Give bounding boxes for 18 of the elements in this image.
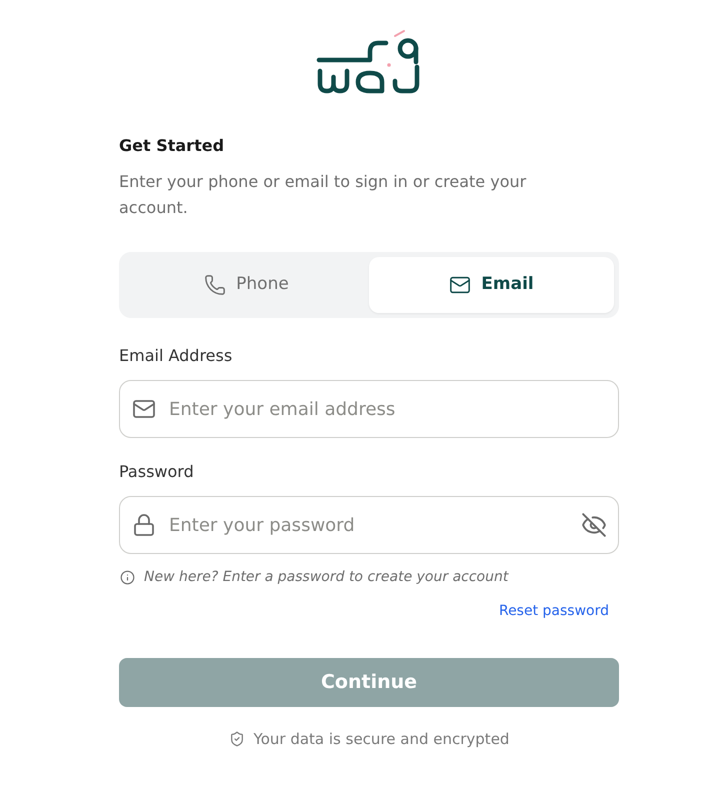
mail-icon xyxy=(132,397,156,421)
email-tab[interactable]: Email xyxy=(369,257,614,313)
email-field[interactable]: Enter your email address xyxy=(119,380,619,438)
form-description: Enter your phone or email to sign in or create your account. xyxy=(119,171,528,219)
field-label: Password xyxy=(119,461,194,483)
hint-text: New here? Enter a password to create your account xyxy=(144,568,508,587)
eye-off-icon[interactable] xyxy=(581,512,607,538)
mail-icon xyxy=(449,274,472,296)
field-label: Email Address xyxy=(119,345,232,367)
phone-tab[interactable]: Phone xyxy=(124,257,369,313)
info-icon xyxy=(120,570,135,584)
lock-icon xyxy=(132,513,156,537)
shield-check-icon xyxy=(228,731,245,747)
form-title: Get Started xyxy=(119,135,224,157)
password-field[interactable]: Enter your password xyxy=(119,496,619,554)
phone-icon xyxy=(204,274,226,296)
security-note: Your data is secure and encrypted xyxy=(254,729,510,749)
reset-password-link[interactable]: Reset password xyxy=(498,601,609,621)
